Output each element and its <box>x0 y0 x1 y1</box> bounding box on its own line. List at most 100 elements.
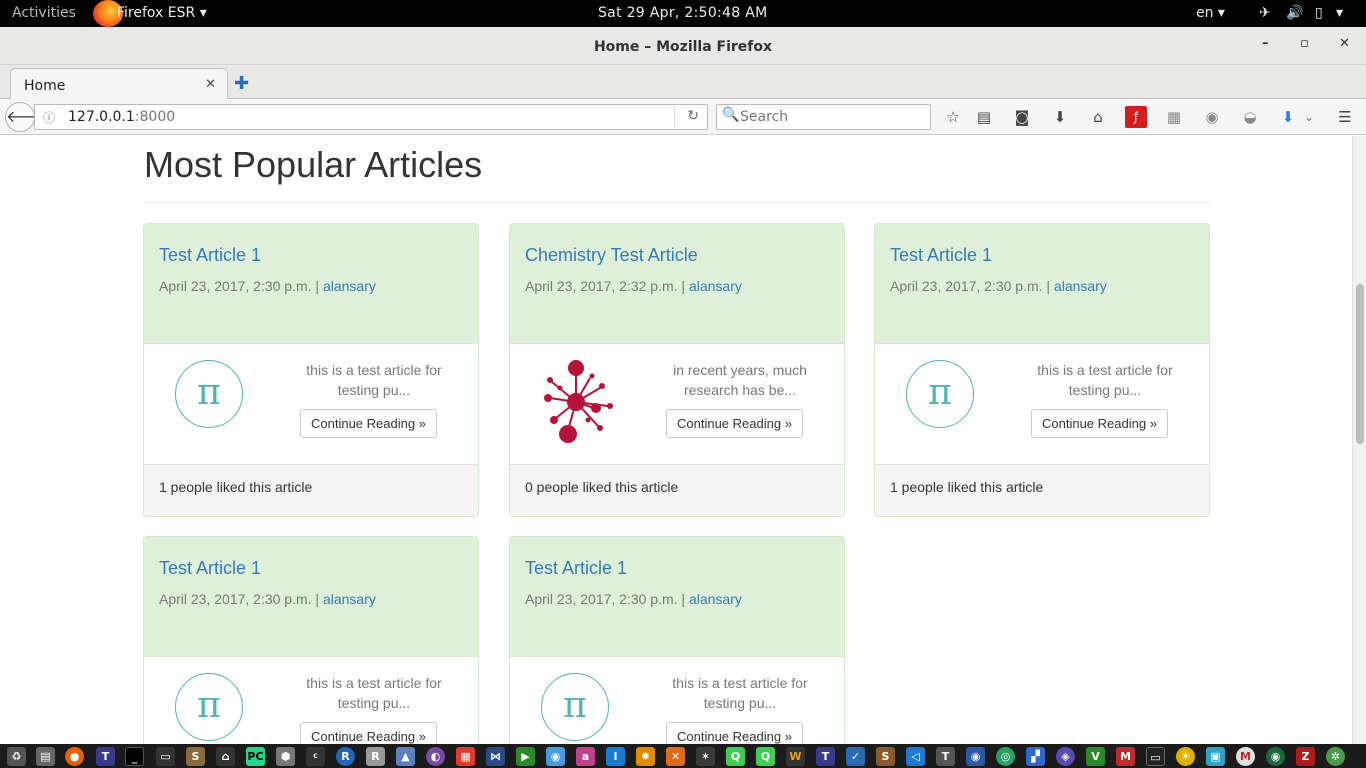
chrome-app-icon[interactable]: ◉ <box>1266 747 1285 766</box>
author-link[interactable]: alansary <box>689 591 742 607</box>
green-circle-icon[interactable]: ◎ <box>996 747 1015 766</box>
gmail-icon[interactable]: M <box>1236 747 1255 766</box>
package-icon[interactable]: ⬢ <box>276 747 295 766</box>
sync-icon[interactable]: ◈ <box>1056 747 1075 766</box>
gear-app-icon[interactable]: ✹ <box>636 747 655 766</box>
continue-reading-button[interactable]: Continue Reading » <box>1031 409 1168 438</box>
article-title-link[interactable]: Chemistry Test Article <box>525 245 829 266</box>
downloads-icon[interactable]: ⬇ <box>1049 106 1071 128</box>
card-body: π this is a test article for testing pu.… <box>875 344 1209 464</box>
volume-icon[interactable]: 🔊 <box>1286 5 1303 21</box>
pocket-icon[interactable]: ◙ <box>1011 106 1033 128</box>
terminal-icon[interactable]: _ <box>125 747 144 766</box>
libreoffice-icon[interactable]: l <box>606 747 625 766</box>
extension-icon[interactable]: ▦ <box>1163 106 1185 128</box>
terminal-2-icon[interactable]: ▭ <box>1146 747 1165 766</box>
firefox-dock-icon[interactable]: ● <box>65 747 84 766</box>
reading-list-icon[interactable]: ▤ <box>973 106 995 128</box>
network-icon[interactable]: ⋈ <box>486 747 505 766</box>
article-title-link[interactable]: Test Article 1 <box>525 558 829 579</box>
scrollbar-thumb[interactable] <box>1356 284 1364 444</box>
anki-icon[interactable]: a <box>576 747 595 766</box>
eclipse-icon[interactable]: ◐ <box>426 747 445 766</box>
star-app-icon[interactable]: ✶ <box>696 747 715 766</box>
extension-3-icon[interactable]: ◒ <box>1239 106 1261 128</box>
close-tab-icon[interactable]: ✕ <box>205 77 216 92</box>
article-card: Test Article 1 April 23, 2017, 2:30 p.m.… <box>509 536 845 744</box>
files-icon[interactable]: ▤ <box>36 747 55 766</box>
overflow-chevron-icon[interactable]: ⌄ <box>1298 106 1320 128</box>
airplane-mode-icon[interactable]: ✈ <box>1259 5 1271 21</box>
camera-app-icon[interactable]: ◉ <box>966 747 985 766</box>
continue-reading-button[interactable]: Continue Reading » <box>666 722 803 744</box>
download-manager-icon[interactable]: ⬇ <box>1277 106 1299 128</box>
continue-reading-button[interactable]: Continue Reading » <box>300 409 437 438</box>
play-icon[interactable]: ▶ <box>516 747 535 766</box>
maximize-button[interactable]: ▫ <box>1300 36 1309 51</box>
app-menu-button[interactable]: Firefox ESR ▾ <box>117 5 207 21</box>
tex-icon[interactable]: T <box>816 747 835 766</box>
bookmark-star-icon[interactable]: ☆ <box>942 106 964 128</box>
author-link[interactable]: alansary <box>323 591 376 607</box>
sun-app-icon[interactable]: ☀ <box>1176 747 1195 766</box>
reload-icon[interactable]: ↻ <box>687 108 699 124</box>
search-box[interactable]: 🔍 <box>716 104 931 130</box>
grid-app-icon[interactable]: ▦ <box>456 747 475 766</box>
article-card: Test Article 1 April 23, 2017, 2:30 p.m.… <box>143 223 479 517</box>
article-meta: April 23, 2017, 2:30 p.m. | alansary <box>159 591 463 607</box>
filezilla-icon[interactable]: Z <box>1296 747 1315 766</box>
database-icon[interactable]: ◉ <box>546 747 565 766</box>
sublime-icon[interactable]: S <box>876 747 895 766</box>
article-title-link[interactable]: Test Article 1 <box>159 245 463 266</box>
weka-icon[interactable]: W <box>786 747 805 766</box>
article-title-link[interactable]: Test Article 1 <box>159 558 463 579</box>
hamburger-menu-icon[interactable]: ☰ <box>1334 106 1356 128</box>
box-app-icon[interactable]: ▣ <box>1206 747 1225 766</box>
home-folder-icon[interactable]: ⌂ <box>216 747 235 766</box>
mysql-icon[interactable]: ▲ <box>396 747 415 766</box>
qt-designer-icon[interactable]: Q <box>756 747 775 766</box>
extension-2-icon[interactable]: ◉ <box>1201 106 1223 128</box>
pycharm-icon[interactable]: PC <box>246 747 265 766</box>
author-link[interactable]: alansary <box>1054 278 1107 294</box>
language-indicator[interactable]: en ▾ <box>1196 5 1225 21</box>
close-window-button[interactable]: ✕ <box>1339 36 1350 51</box>
activities-button[interactable]: Activities <box>12 5 76 21</box>
console-icon[interactable]: ▭ <box>156 747 175 766</box>
battery-icon[interactable]: ▯ <box>1315 5 1323 21</box>
trash-icon[interactable]: ♻ <box>7 747 26 766</box>
vim-icon[interactable]: V <box>1086 747 1105 766</box>
texmaker-icon[interactable]: T <box>96 747 115 766</box>
site-info-icon[interactable]: ⓘ <box>43 109 55 126</box>
author-link[interactable]: alansary <box>323 278 376 294</box>
latex-icon[interactable]: T <box>936 747 955 766</box>
article-title-link[interactable]: Test Article 1 <box>890 245 1194 266</box>
continue-reading-button[interactable]: Continue Reading » <box>666 409 803 438</box>
url-bar[interactable]: ⓘ 127.0.0.1:8000 ↻ <box>34 104 708 130</box>
author-link[interactable]: alansary <box>689 278 742 294</box>
rstudio-icon[interactable]: R <box>366 747 385 766</box>
card-body: π this is a test article for testing pu.… <box>144 657 478 744</box>
minimize-button[interactable]: – <box>1262 36 1269 51</box>
windows-app-icon[interactable]: ▞ <box>1026 747 1045 766</box>
continue-reading-button[interactable]: Continue Reading » <box>300 722 437 744</box>
vertical-scrollbar[interactable] <box>1352 136 1366 744</box>
flash-icon[interactable]: ƒ <box>1125 106 1147 128</box>
home-icon[interactable]: ⌂ <box>1087 106 1109 128</box>
clock[interactable]: Sat 29 Apr, 2:50:48 AM <box>598 5 767 21</box>
android-icon[interactable]: ✲ <box>1326 747 1345 766</box>
qt-creator-icon[interactable]: Q <box>726 747 745 766</box>
new-tab-icon[interactable]: ✚ <box>234 73 249 94</box>
vscode-icon[interactable]: ◁ <box>906 747 925 766</box>
search-input[interactable] <box>740 107 925 127</box>
r-icon[interactable]: R <box>336 747 355 766</box>
tab-home[interactable]: Home ✕ <box>10 68 228 100</box>
editor-icon[interactable]: S <box>186 747 205 766</box>
xampp-icon[interactable]: ✕ <box>666 747 685 766</box>
back-button[interactable]: 🡐 <box>5 102 49 132</box>
canopy-icon[interactable]: C <box>306 747 325 766</box>
url-text[interactable]: 127.0.0.1:8000 <box>68 109 175 125</box>
bird-app-icon[interactable]: ✓ <box>846 747 865 766</box>
system-menu-chevron-icon[interactable]: ▾ <box>1336 5 1343 21</box>
mendeley-icon[interactable]: M <box>1116 747 1135 766</box>
